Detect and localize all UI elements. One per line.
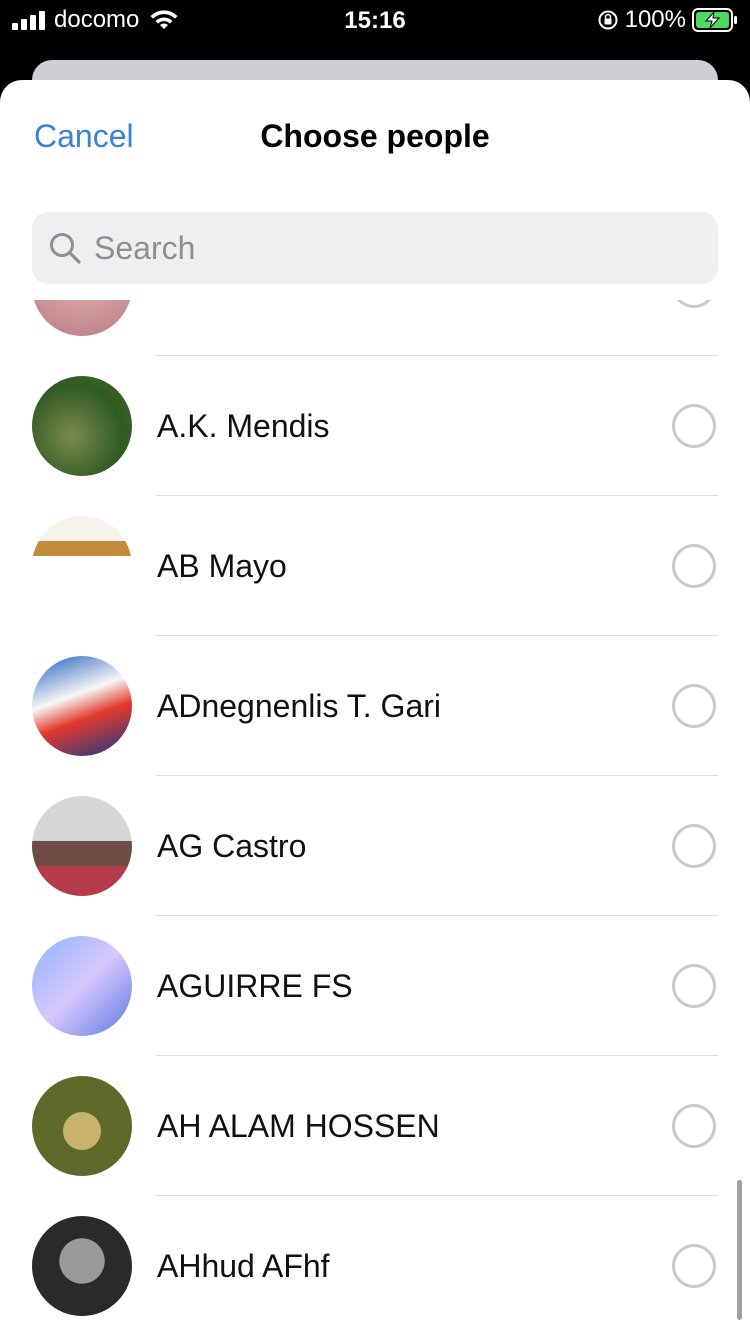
contact-name: AGUIRRE FS xyxy=(157,968,353,1004)
radio-unchecked-icon[interactable] xyxy=(672,300,716,308)
battery-percent: 100% xyxy=(624,6,686,33)
avatar xyxy=(32,376,132,476)
search-icon xyxy=(50,233,81,264)
list-item[interactable]: AGUIRRE FS xyxy=(0,916,750,1056)
radio-unchecked-icon[interactable] xyxy=(672,824,716,868)
contact-list: A.K. Mendis AB Mayo ADnegnenlis T. Gari … xyxy=(0,300,750,1334)
search-bar[interactable] xyxy=(32,212,718,284)
contact-name: AH ALAM HOSSEN xyxy=(157,1108,440,1144)
avatar xyxy=(32,1216,132,1316)
radio-unchecked-icon[interactable] xyxy=(672,1244,716,1288)
avatar xyxy=(32,936,132,1036)
page-title: Choose people xyxy=(260,118,490,154)
list-item[interactable]: A.K. Mendis xyxy=(0,356,750,496)
list-item[interactable]: AG Castro xyxy=(0,776,750,916)
avatar xyxy=(32,656,132,756)
radio-unchecked-icon[interactable] xyxy=(672,964,716,1008)
contact-name: A.K. Mendis xyxy=(157,408,330,444)
choose-people-sheet: Cancel Choose people A.K. Mendis xyxy=(0,80,750,1334)
contact-name: AHhud AFhf xyxy=(157,1248,330,1284)
avatar xyxy=(32,1076,132,1176)
contact-name: AG Castro xyxy=(157,828,307,864)
list-item[interactable] xyxy=(0,300,750,356)
scrollbar[interactable] xyxy=(737,1180,742,1320)
contact-name: ADnegnenlis T. Gari xyxy=(157,688,441,724)
radio-unchecked-icon[interactable] xyxy=(672,1104,716,1148)
status-bar: docomo 15:16 100% xyxy=(0,0,750,40)
list-item[interactable]: ADnegnenlis T. Gari xyxy=(0,636,750,776)
list-item[interactable]: AH ALAM HOSSEN xyxy=(0,1056,750,1196)
orientation-lock-icon xyxy=(598,10,618,30)
search-input[interactable] xyxy=(94,229,674,267)
list-item[interactable]: AHhud AFhf xyxy=(0,1196,750,1334)
radio-unchecked-icon[interactable] xyxy=(672,684,716,728)
radio-unchecked-icon[interactable] xyxy=(672,544,716,588)
avatar xyxy=(32,796,132,896)
contact-name: AB Mayo xyxy=(157,548,287,584)
avatar xyxy=(32,516,132,616)
battery-charging-icon xyxy=(692,8,737,32)
list-item[interactable]: AB Mayo xyxy=(0,496,750,636)
avatar xyxy=(32,300,132,336)
radio-unchecked-icon[interactable] xyxy=(672,404,716,448)
nav-bar: Cancel Choose people xyxy=(0,80,750,192)
